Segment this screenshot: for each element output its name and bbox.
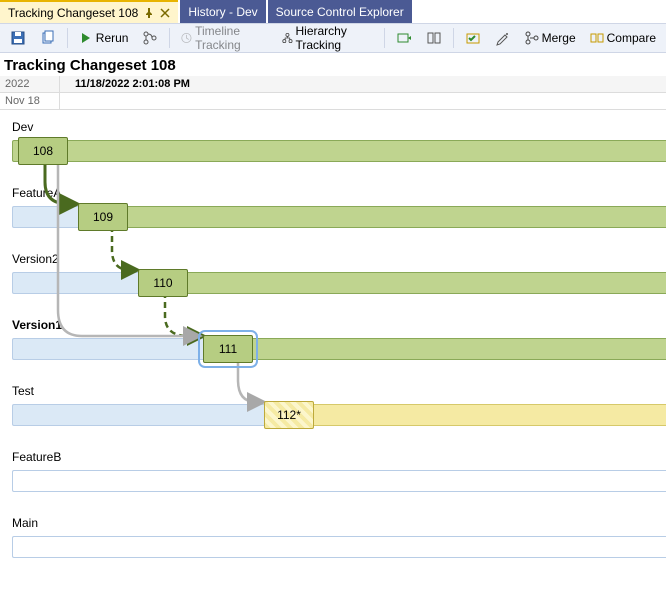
time-header: 2022 11/18/2022 2:01:08 PM <box>0 76 666 93</box>
branch-row-dev: Dev 108 <box>0 116 666 182</box>
rerun-label: Rerun <box>96 31 129 45</box>
branch-bar[interactable] <box>12 536 666 558</box>
merge-button[interactable]: Merge <box>519 27 582 49</box>
branch-bar-merged[interactable] <box>138 272 666 294</box>
time-year: 2022 <box>0 76 60 92</box>
separator <box>453 28 454 48</box>
view-button[interactable] <box>420 26 448 50</box>
changeset-node-112[interactable]: 112* <box>264 401 314 429</box>
branch-label: FeatureB <box>12 450 61 464</box>
check-button[interactable] <box>459 26 487 50</box>
changeset-node-110[interactable]: 110 <box>138 269 188 297</box>
changeset-node-111[interactable]: 111 <box>203 335 253 363</box>
toolbar: Rerun Timeline Tracking Hierarchy Tracki… <box>0 23 666 53</box>
timeline-tracking-label: Timeline Tracking <box>195 24 268 52</box>
track-button[interactable] <box>390 26 418 50</box>
compare-label: Compare <box>607 31 656 45</box>
changeset-node-109[interactable]: 109 <box>78 203 128 231</box>
timeline-chart: Dev 108 FeatureA 109 Version2 110 Versio… <box>0 110 666 578</box>
branch-button[interactable] <box>136 26 164 50</box>
branch-bar-merged[interactable] <box>78 206 666 228</box>
settings-button[interactable] <box>489 26 517 50</box>
separator <box>384 28 385 48</box>
save-button[interactable] <box>4 26 32 50</box>
time-date: 11/18/2022 2:01:08 PM <box>60 76 666 92</box>
pin-icon[interactable] <box>144 8 154 18</box>
branch-label: Test <box>12 384 34 398</box>
hierarchy-tracking-button[interactable]: Hierarchy Tracking <box>276 20 379 56</box>
branch-label: Dev <box>12 120 33 134</box>
tab-label: Source Control Explorer <box>276 5 404 19</box>
time-day: Nov 18 <box>0 93 60 109</box>
time-header-2: Nov 18 <box>0 93 666 110</box>
hierarchy-tracking-label: Hierarchy Tracking <box>296 24 374 52</box>
branch-row-version1: Version1 111 <box>0 314 666 380</box>
rerun-button[interactable]: Rerun <box>73 27 135 49</box>
branch-label: Main <box>12 516 38 530</box>
branch-row-featureb: FeatureB <box>0 446 666 512</box>
timeline-tracking-button[interactable]: Timeline Tracking <box>175 20 273 56</box>
page-title: Tracking Changeset 108 <box>0 53 666 76</box>
branch-row-test: Test 112* <box>0 380 666 446</box>
branch-row-version2: Version2 110 <box>0 248 666 314</box>
changeset-node-108[interactable]: 108 <box>18 137 68 165</box>
separator <box>67 28 68 48</box>
compare-button[interactable]: Compare <box>584 27 662 49</box>
copy-button[interactable] <box>34 26 62 50</box>
branch-row-featurea: FeatureA 109 <box>0 182 666 248</box>
branch-bar-merged[interactable] <box>203 338 666 360</box>
branch-label: FeatureA <box>12 186 61 200</box>
branch-label: Version1 <box>12 318 62 332</box>
tab-tracking-changeset[interactable]: Tracking Changeset 108 <box>0 0 178 23</box>
branch-row-main: Main <box>0 512 666 578</box>
branch-bar-pending[interactable] <box>264 404 666 426</box>
branch-bar[interactable] <box>12 470 666 492</box>
close-icon[interactable] <box>160 8 170 18</box>
branch-label: Version2 <box>12 252 59 266</box>
separator <box>169 28 170 48</box>
tab-label: History - Dev <box>188 5 257 19</box>
merge-label: Merge <box>542 31 576 45</box>
branch-bar[interactable] <box>12 140 666 162</box>
tab-label: Tracking Changeset 108 <box>8 6 138 20</box>
